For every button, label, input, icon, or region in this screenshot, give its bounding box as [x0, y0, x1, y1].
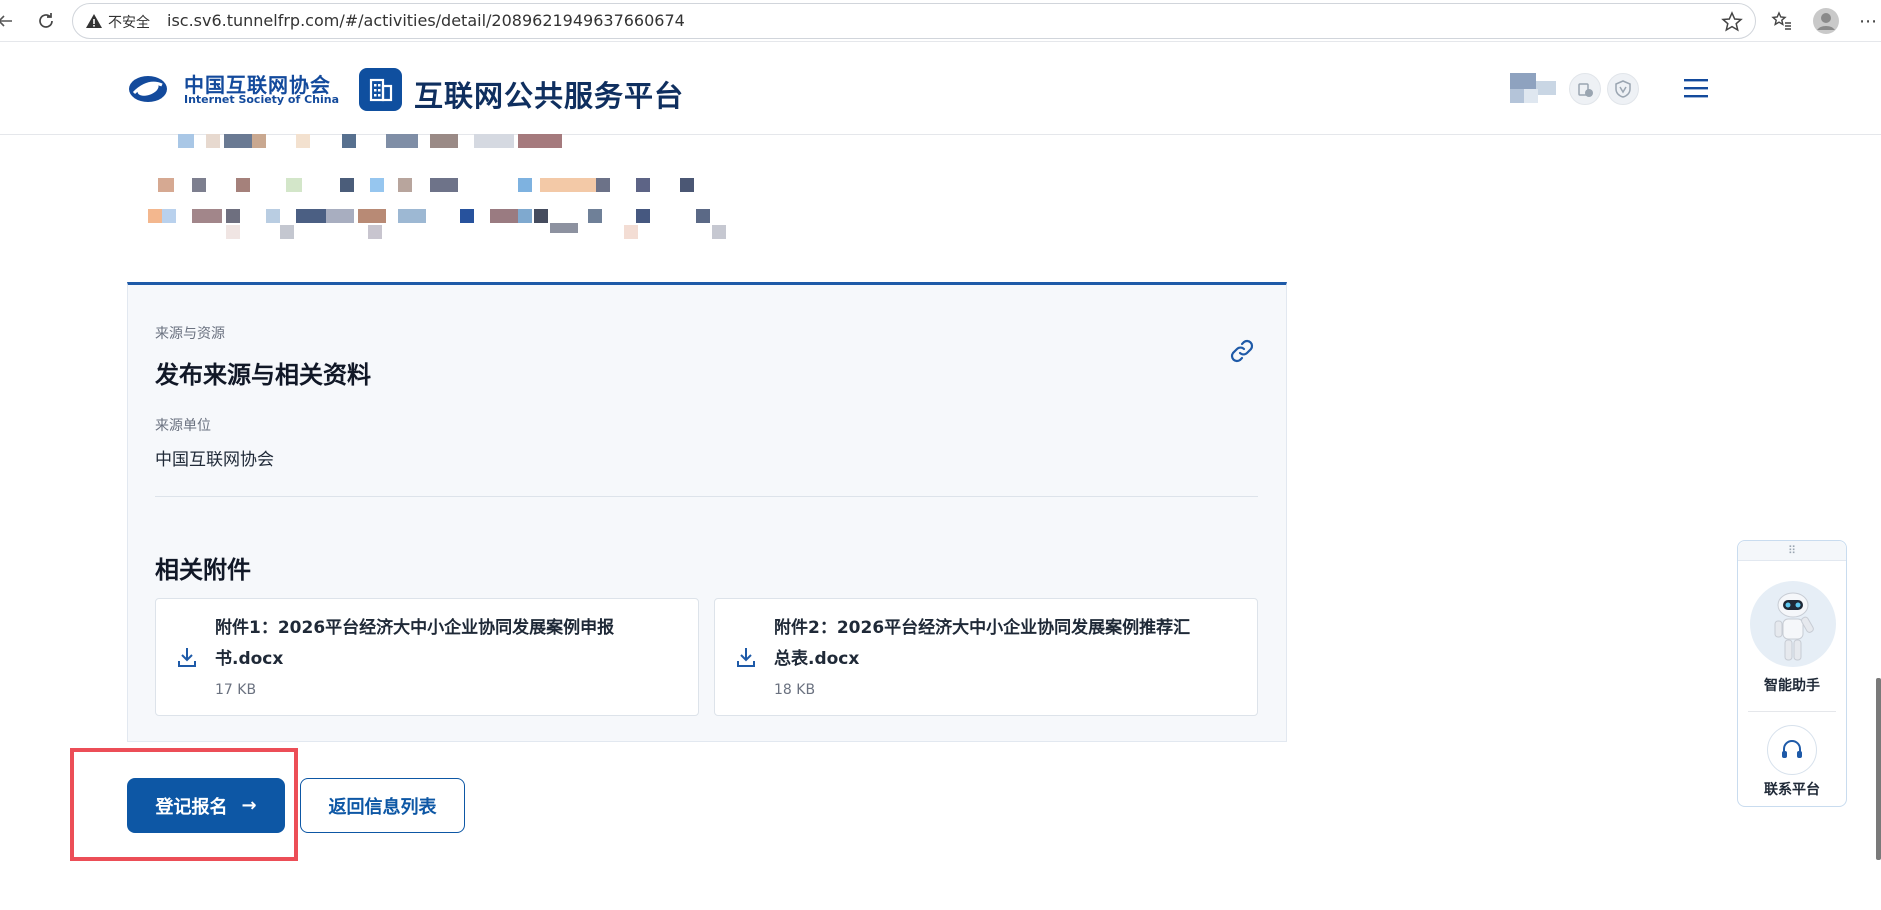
favorites-icon[interactable]	[1768, 7, 1796, 35]
drag-handle-icon[interactable]: ⠿	[1738, 541, 1846, 561]
browser-toolbar: 不安全 isc.sv6.tunnelfrp.com/#/activities/d…	[0, 0, 1881, 42]
download-icon[interactable]	[176, 645, 198, 669]
link-icon[interactable]	[1228, 337, 1256, 365]
arrow-right-icon: →	[241, 795, 257, 816]
attachment-name[interactable]: 附件2：2026平台经济大中小企业协同发展案例推荐汇总表.docx	[774, 613, 1204, 675]
robot-avatar[interactable]	[1750, 581, 1836, 667]
source-org-label: 来源单位	[155, 418, 211, 434]
section-eyebrow: 来源与资源	[155, 326, 225, 342]
redacted-content	[140, 132, 740, 242]
hamburger-menu-icon[interactable]	[1684, 77, 1708, 99]
attachment-size: 18 KB	[774, 682, 816, 698]
page-scrollbar[interactable]	[1876, 678, 1881, 860]
platform-title[interactable]: 互联网公共服务平台	[414, 73, 684, 115]
attachment-name[interactable]: 附件1：2026平台经济大中小企业协同发展案例申报书.docx	[215, 613, 645, 675]
attachment-item[interactable]: 附件1：2026平台经济大中小企业协同发展案例申报书.docx 17 KB	[155, 598, 699, 716]
headset-icon[interactable]	[1767, 725, 1817, 775]
register-button-label: 登记报名	[155, 796, 228, 818]
reload-icon[interactable]	[33, 8, 59, 34]
section-title: 发布来源与相关资料	[155, 361, 371, 389]
user-avatar-mosaic[interactable]	[1510, 73, 1556, 103]
source-resources-card: 来源与资源 发布来源与相关资料 来源单位 中国互联网协会 相关附件 附件1：20…	[127, 282, 1287, 742]
source-org-value: 中国互联网协会	[155, 450, 274, 470]
bookmark-star-icon[interactable]	[1721, 11, 1743, 33]
register-button[interactable]: 登记报名 →	[127, 778, 285, 833]
url-text[interactable]: isc.sv6.tunnelfrp.com/#/activities/detai…	[167, 11, 685, 30]
address-bar[interactable]: 不安全 isc.sv6.tunnelfrp.com/#/activities/d…	[72, 3, 1756, 39]
divider	[155, 496, 1258, 497]
accessibility-icon[interactable]	[1569, 73, 1601, 105]
assistant-label[interactable]: 智能助手	[1738, 675, 1846, 695]
download-icon[interactable]	[735, 645, 757, 669]
assistant-widget: ⠿ 智能助手 联系平台	[1737, 540, 1847, 807]
more-options-icon[interactable]: ⋯	[1854, 7, 1881, 35]
contact-platform-label[interactable]: 联系平台	[1738, 779, 1846, 799]
back-arrow-icon[interactable]	[0, 8, 18, 34]
profile-avatar-icon[interactable]	[1812, 7, 1840, 35]
isc-logo-icon[interactable]	[128, 73, 168, 105]
platform-building-icon[interactable]	[359, 68, 402, 111]
attachment-size: 17 KB	[215, 682, 257, 698]
warning-icon	[86, 14, 102, 28]
org-name-en[interactable]: Internet Society of China	[184, 93, 339, 106]
shield-icon[interactable]	[1607, 73, 1639, 105]
security-label[interactable]: 不安全	[108, 12, 150, 32]
site-header: 中国互联网协会 Internet Society of China 互联网公共服…	[0, 43, 1881, 135]
divider	[1748, 711, 1836, 712]
back-to-list-label: 返回信息列表	[328, 796, 437, 818]
attachment-item[interactable]: 附件2：2026平台经济大中小企业协同发展案例推荐汇总表.docx 18 KB	[714, 598, 1258, 716]
attachments-title: 相关附件	[155, 556, 251, 584]
back-to-list-button[interactable]: 返回信息列表	[300, 778, 465, 833]
